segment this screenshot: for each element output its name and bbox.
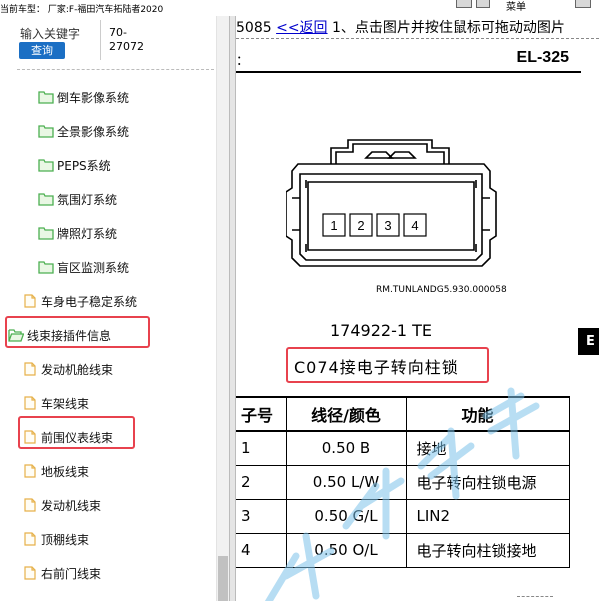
folder-icon <box>38 90 54 104</box>
tree-item[interactable]: 发动机舱线束 <box>22 358 113 380</box>
connector-drawing[interactable]: 1 2 3 4 <box>286 126 526 286</box>
tree-item-label: 氛围灯系统 <box>57 192 118 207</box>
part-number: 174922-1 TE <box>330 321 432 340</box>
wire-cell: 0.50 G/L <box>285 498 407 534</box>
tree-item-label: 右前门线束 <box>41 566 102 581</box>
tree-item-label: 发动机线束 <box>41 498 102 513</box>
page-code: EL-325 <box>516 49 569 66</box>
function-cell: 电子转向柱锁电源 <box>405 464 570 500</box>
toolbar-button-2[interactable] <box>476 0 490 8</box>
file-icon <box>22 362 38 376</box>
tree-item-label: 倒车影像系统 <box>57 90 130 105</box>
tree-item[interactable]: PEPS系统 <box>38 154 111 176</box>
function-cell: 电子转向柱锁接地 <box>405 532 570 568</box>
pin-cell: 2 <box>236 464 287 500</box>
tree-item[interactable]: 氛围灯系统 <box>38 188 117 210</box>
side-box: E <box>578 328 599 355</box>
folder-icon <box>38 124 54 138</box>
header-rule <box>236 71 581 73</box>
table-row: 2 0.50 L/W 电子转向柱锁电源 <box>236 464 570 500</box>
tree-item-label: 发动机舱线束 <box>41 362 114 377</box>
pin-cell: 1 <box>236 430 287 466</box>
code-line-2: 27072 <box>109 40 144 53</box>
tree-item-label: 牌照灯系统 <box>57 226 118 241</box>
tree-scrollbar[interactable] <box>216 16 229 601</box>
pin-table: 子号 线径/颜色 功能 1 0.50 B 接地 2 0.50 L/W 电子转向柱锁电源 3 0… <box>236 396 570 568</box>
code-display: 70- 27072 <box>100 20 145 60</box>
pin-cell: 3 <box>236 498 287 534</box>
bottom-divider <box>517 596 553 597</box>
panel-divider[interactable] <box>229 16 236 601</box>
scrollbar-thumb[interactable] <box>218 556 228 601</box>
wire-cell: 0.50 O/L <box>285 532 407 568</box>
file-icon <box>22 532 38 546</box>
file-icon <box>22 294 38 308</box>
tree-item[interactable]: 倒车影像系统 <box>38 86 129 108</box>
car-model-label: 当前车型： 厂家:F-福田汽车拓陆者2020 <box>0 5 164 15</box>
folder-icon <box>38 158 54 172</box>
pin-label-4: 4 <box>411 218 418 233</box>
file-icon <box>22 464 38 478</box>
tree-item[interactable]: 车架线束 <box>22 392 89 414</box>
tree-item[interactable]: 牌照灯系统 <box>38 222 117 244</box>
nav-prefix: 5085 <box>236 20 272 36</box>
keyword-label: 输入关键字 <box>20 27 81 41</box>
code-line-1: 70- <box>109 26 127 39</box>
tree-panel: 输入关键字 查询 70- 27072 倒车影像系统 全景影像系统 PEPS系统 氛围灯… <box>0 16 229 601</box>
nav-divider <box>236 38 599 39</box>
table-header-row: 子号 线径/颜色 功能 <box>236 396 570 432</box>
folder-icon <box>38 192 54 206</box>
search-button[interactable]: 查询 <box>19 42 65 59</box>
pin-label-3: 3 <box>384 218 391 233</box>
folder-icon <box>38 226 54 240</box>
highlight-box-connector-name <box>286 347 489 383</box>
tree-item-label: 地板线束 <box>41 464 90 479</box>
toolbar-button-3[interactable] <box>575 0 591 8</box>
menu-button[interactable]: 菜单 <box>506 0 526 13</box>
tree-item-label: 车架线束 <box>41 396 90 411</box>
table-row: 4 0.50 O/L 电子转向柱锁接地 <box>236 532 570 568</box>
separator <box>17 69 214 70</box>
header-colon: ： <box>236 54 250 69</box>
rm-code: RM.TUNLANDG5.930.000058 <box>376 285 507 295</box>
function-cell: LIN2 <box>405 498 570 534</box>
nav-line: 5085 <<返回 1、点击图片并按住鼠标可拖动动图片 <box>236 17 565 37</box>
highlight-box-connector-info <box>5 316 150 348</box>
pin-cell: 4 <box>236 532 287 568</box>
file-icon <box>22 396 38 410</box>
header-function: 功能 <box>405 396 570 432</box>
tree-item[interactable]: 顶棚线束 <box>22 528 89 550</box>
table-row: 1 0.50 B 接地 <box>236 430 570 466</box>
instruction-text: 1、点击图片并按住鼠标可拖动动图片 <box>332 20 565 36</box>
pin-label-1: 1 <box>330 218 337 233</box>
file-icon <box>22 566 38 580</box>
pin-label-2: 2 <box>357 218 364 233</box>
tree-item-label: 全景影像系统 <box>57 124 130 139</box>
tree-item[interactable]: 地板线束 <box>22 460 89 482</box>
header-pin: 子号 <box>236 396 287 432</box>
tree-item-label: 车身电子稳定系统 <box>41 294 138 309</box>
tree-item[interactable]: 盲区监测系统 <box>38 256 129 278</box>
tree-item-label: 顶棚线束 <box>41 532 90 547</box>
back-link[interactable]: <<返回 <box>276 20 327 36</box>
tree-item[interactable]: 发动机线束 <box>22 494 101 516</box>
document-view: 5085 <<返回 1、点击图片并按住鼠标可拖动动图片 ： EL-325 1 2… <box>236 16 599 601</box>
tree-item-label: PEPS系统 <box>57 158 111 173</box>
tree-item[interactable]: 车身电子稳定系统 <box>22 290 137 312</box>
folder-icon <box>38 260 54 274</box>
tree-item[interactable]: 全景影像系统 <box>38 120 129 142</box>
top-bar: 当前车型： 厂家:F-福田汽车拓陆者2020 菜单 <box>0 0 599 16</box>
wire-cell: 0.50 B <box>285 430 407 466</box>
wire-cell: 0.50 L/W <box>285 464 407 500</box>
file-icon <box>22 498 38 512</box>
header-wire: 线径/颜色 <box>285 396 407 432</box>
highlight-box-dash-harness <box>18 416 135 449</box>
function-cell: 接地 <box>405 430 570 466</box>
table-row: 3 0.50 G/L LIN2 <box>236 498 570 534</box>
tree-item-label: 盲区监测系统 <box>57 260 130 275</box>
tree-item[interactable]: 右前门线束 <box>22 562 101 584</box>
toolbar-button-1[interactable] <box>456 0 472 8</box>
